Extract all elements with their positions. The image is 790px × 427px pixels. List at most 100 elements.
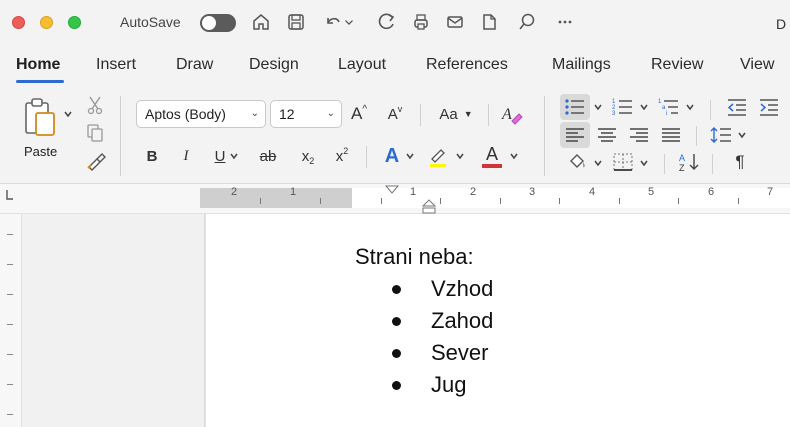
strikethrough-button[interactable]: ab [254, 142, 282, 170]
change-case-button[interactable]: Aa ▼ [432, 100, 480, 128]
show-formatting-marks-button[interactable]: ¶ [728, 150, 752, 174]
highlight-dropdown-icon[interactable] [454, 148, 466, 164]
print-icon[interactable] [408, 10, 434, 34]
ruler-number: 5 [648, 186, 655, 198]
first-line-indent-marker[interactable] [384, 184, 400, 194]
font-color-button[interactable]: A [478, 140, 506, 172]
bullet-dot-icon [392, 348, 401, 358]
superscript-button[interactable]: x2 [330, 142, 354, 170]
align-center-icon[interactable] [594, 123, 620, 147]
mail-icon[interactable] [442, 10, 468, 34]
font-size-select[interactable]: 12 ⌄ [270, 100, 342, 128]
underline-dropdown-icon[interactable] [228, 148, 240, 164]
sort-icon[interactable]: AZ [676, 150, 702, 174]
line-spacing-dropdown-icon[interactable] [736, 128, 748, 142]
ribbon-separator [488, 104, 489, 126]
ribbon-separator [544, 96, 545, 176]
undo-dropdown-icon[interactable] [342, 10, 356, 34]
copy-icon[interactable] [84, 122, 106, 144]
multilevel-dropdown-icon[interactable] [684, 100, 696, 114]
list-item[interactable]: Sever [392, 338, 488, 368]
grow-font-button[interactable]: A ^ [346, 100, 372, 128]
ribbon-separator [366, 146, 367, 168]
bullets-icon[interactable] [562, 95, 588, 119]
numbering-dropdown-icon[interactable] [638, 100, 650, 114]
bullet-dot-icon [392, 380, 401, 390]
document-heading[interactable]: Strani neba: [355, 244, 474, 270]
tab-home[interactable]: Home [16, 56, 60, 74]
tab-references[interactable]: References [426, 56, 508, 74]
increase-indent-icon[interactable] [756, 95, 782, 119]
list-item-text: Sever [431, 340, 489, 365]
document-page[interactable] [206, 214, 790, 427]
font-name-select[interactable]: Aptos (Body) ⌄ [136, 100, 266, 128]
search-icon[interactable] [514, 10, 540, 34]
text-effects-dropdown-icon[interactable] [404, 148, 416, 164]
shrink-font-button[interactable]: Av [382, 100, 408, 128]
borders-dropdown-icon[interactable] [638, 156, 650, 170]
close-window-button[interactable] [12, 16, 25, 29]
paste-button[interactable] [20, 96, 60, 140]
list-item-text: Zahod [431, 308, 494, 333]
justify-icon[interactable] [658, 123, 684, 147]
tab-view[interactable]: View [740, 56, 774, 74]
ruler-number: 6 [708, 186, 715, 198]
tab-design[interactable]: Design [249, 56, 299, 74]
active-tab-indicator [16, 80, 64, 83]
tab-stop-selector-icon[interactable] [2, 188, 16, 202]
svg-text:A: A [679, 153, 685, 163]
multilevel-list-icon[interactable]: 1ai [656, 95, 682, 119]
tab-mailings[interactable]: Mailings [552, 56, 611, 74]
zoom-window-button[interactable] [68, 16, 81, 29]
cut-icon[interactable] [84, 94, 106, 116]
svg-text:A: A [501, 106, 512, 123]
hanging-indent-marker[interactable] [421, 198, 437, 214]
ruler-number: 1 [290, 186, 297, 198]
subscript-label: x [301, 147, 310, 165]
bullet-dot-icon [392, 316, 401, 326]
save-icon[interactable] [283, 10, 309, 34]
tab-draw[interactable]: Draw [176, 56, 213, 74]
tab-insert[interactable]: Insert [96, 56, 136, 74]
more-options-icon[interactable] [552, 10, 578, 34]
new-document-icon[interactable] [476, 10, 502, 34]
italic-button[interactable]: I [174, 142, 198, 170]
minimize-window-button[interactable] [40, 16, 53, 29]
list-item[interactable]: Zahod [392, 306, 493, 336]
font-size-value: 12 [279, 106, 295, 122]
list-item-text: Vzhod [431, 276, 494, 301]
line-spacing-icon[interactable] [708, 123, 734, 147]
decrease-indent-icon[interactable] [724, 95, 750, 119]
text-effects-button[interactable]: A [380, 142, 404, 170]
highlight-color-icon[interactable] [424, 142, 452, 170]
font-color-dropdown-icon[interactable] [508, 148, 520, 164]
home-icon[interactable] [248, 10, 274, 34]
font-name-value: Aptos (Body) [145, 106, 226, 122]
borders-icon[interactable] [610, 150, 636, 174]
numbering-icon[interactable]: 123 [610, 95, 636, 119]
list-item[interactable]: Vzhod [392, 274, 493, 304]
shading-dropdown-icon[interactable] [592, 156, 604, 170]
ribbon-separator [420, 104, 421, 126]
font-color-label: A [485, 144, 498, 164]
tab-review[interactable]: Review [651, 56, 703, 74]
vertical-ruler [0, 214, 22, 427]
ruler-number: 2 [231, 186, 238, 198]
format-painter-icon[interactable] [84, 150, 108, 172]
subscript-button[interactable]: x2 [296, 142, 320, 170]
list-item[interactable]: Jug [392, 370, 466, 400]
tab-layout[interactable]: Layout [338, 56, 386, 74]
clear-formatting-icon[interactable]: A [498, 100, 526, 128]
autosave-toggle[interactable] [200, 14, 236, 32]
align-right-icon[interactable] [626, 123, 652, 147]
chevron-down-icon: ▼ [463, 109, 473, 119]
svg-text:i: i [666, 111, 667, 116]
redo-icon[interactable] [374, 10, 400, 34]
paste-dropdown-icon[interactable] [62, 108, 74, 120]
bullets-dropdown-icon[interactable] [592, 100, 604, 114]
shading-icon[interactable] [564, 150, 590, 174]
align-left-icon[interactable] [562, 123, 588, 147]
ruler-number: 3 [529, 186, 536, 198]
document-canvas-background [22, 214, 206, 427]
bold-button[interactable]: B [140, 142, 164, 170]
